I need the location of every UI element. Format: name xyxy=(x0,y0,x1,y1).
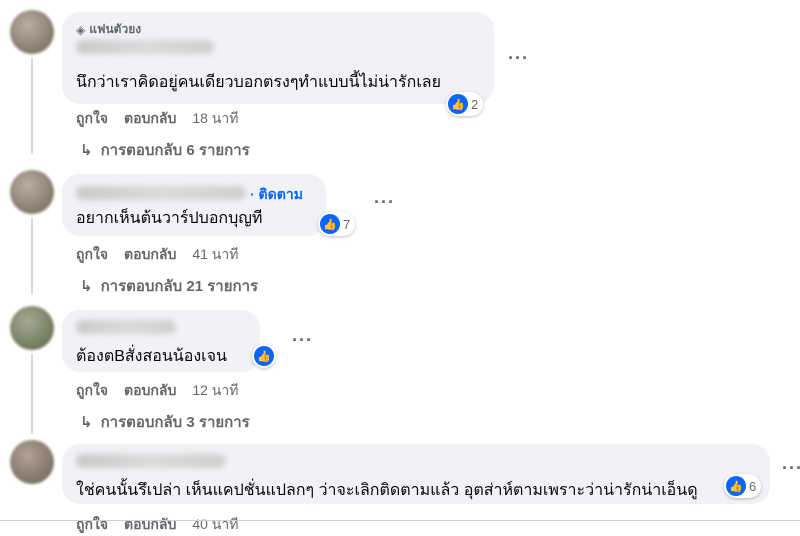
follow-button[interactable]: · ติดตาม xyxy=(250,184,303,206)
avatar[interactable] xyxy=(10,170,54,214)
reaction-badge[interactable]: 👍 xyxy=(252,344,276,368)
reply-button[interactable]: ตอบกลับ xyxy=(124,244,176,266)
comment-actions: ถูกใจ ตอบกลับ 12 นาที xyxy=(76,380,238,402)
bottom-divider xyxy=(0,520,800,532)
avatar[interactable] xyxy=(10,440,54,484)
comment-actions: ถูกใจ ตอบกลับ 18 นาที xyxy=(76,108,238,130)
reaction-count: 2 xyxy=(471,96,479,112)
more-options-button[interactable]: ··· xyxy=(374,192,395,213)
author-name[interactable] xyxy=(76,186,246,200)
more-options-button[interactable]: ··· xyxy=(292,330,313,351)
avatar[interactable] xyxy=(10,10,54,54)
like-icon: 👍 xyxy=(254,346,274,366)
diamond-icon: ◈ xyxy=(76,22,86,37)
like-button[interactable]: ถูกใจ xyxy=(76,108,108,130)
timestamp[interactable]: 12 นาที xyxy=(192,380,238,402)
badge-label: แฟนตัวยง xyxy=(89,22,142,36)
like-icon: 👍 xyxy=(448,94,468,114)
like-button[interactable]: ถูกใจ xyxy=(76,244,108,266)
comment-text: ต้องตBสั่งสอนน้องเจน xyxy=(76,348,227,365)
author-name[interactable] xyxy=(76,454,226,468)
comment-text: อยากเห็นต้นวาร์ปบอกบุญที xyxy=(76,210,263,227)
like-button[interactable]: ถูกใจ xyxy=(76,380,108,402)
reply-button[interactable]: ตอบกลับ xyxy=(124,108,176,130)
thread-line xyxy=(31,218,33,294)
view-replies-button[interactable]: ↳ การตอบกลับ 21 รายการ xyxy=(80,274,258,298)
reaction-count: 7 xyxy=(343,216,351,232)
reaction-badge[interactable]: 👍 7 xyxy=(318,212,356,236)
like-icon: 👍 xyxy=(320,214,340,234)
timestamp[interactable]: 41 นาที xyxy=(192,244,238,266)
more-options-button[interactable]: ··· xyxy=(508,48,529,69)
timestamp[interactable]: 18 นาที xyxy=(192,108,238,130)
view-replies-button[interactable]: ↳ การตอบกลับ 3 รายการ xyxy=(80,410,250,434)
fan-badge: ◈ แฟนตัวยง xyxy=(76,20,141,39)
reaction-badge[interactable]: 👍 2 xyxy=(446,92,484,116)
author-name[interactable] xyxy=(76,320,176,334)
more-options-button[interactable]: ··· xyxy=(782,458,800,479)
reply-arrow-icon: ↳ xyxy=(80,142,93,159)
replies-label: การตอบกลับ 3 รายการ xyxy=(100,414,250,431)
comment-text: นึกว่าเราคิดอยู่คนเดียวบอกตรงๆทำแบบนี้ไม… xyxy=(76,74,441,91)
thread-line xyxy=(31,354,33,434)
comment-actions: ถูกใจ ตอบกลับ 41 นาที xyxy=(76,244,238,266)
reaction-badge[interactable]: 👍 6 xyxy=(724,474,762,498)
reply-arrow-icon: ↳ xyxy=(80,414,93,431)
author-name[interactable] xyxy=(76,40,214,54)
view-replies-button[interactable]: ↳ การตอบกลับ 6 รายการ xyxy=(80,138,250,162)
comment-text: ใช่คนนั้นรึเปล่า เห็นแคปชั่นแปลกๆ ว่าจะเ… xyxy=(76,482,698,499)
like-icon: 👍 xyxy=(726,476,746,496)
thread-line xyxy=(31,58,33,154)
replies-label: การตอบกลับ 21 รายการ xyxy=(100,278,259,295)
reply-button[interactable]: ตอบกลับ xyxy=(124,380,176,402)
reaction-count: 6 xyxy=(749,478,757,494)
replies-label: การตอบกลับ 6 รายการ xyxy=(100,142,250,159)
avatar[interactable] xyxy=(10,306,54,350)
reply-arrow-icon: ↳ xyxy=(80,278,93,295)
